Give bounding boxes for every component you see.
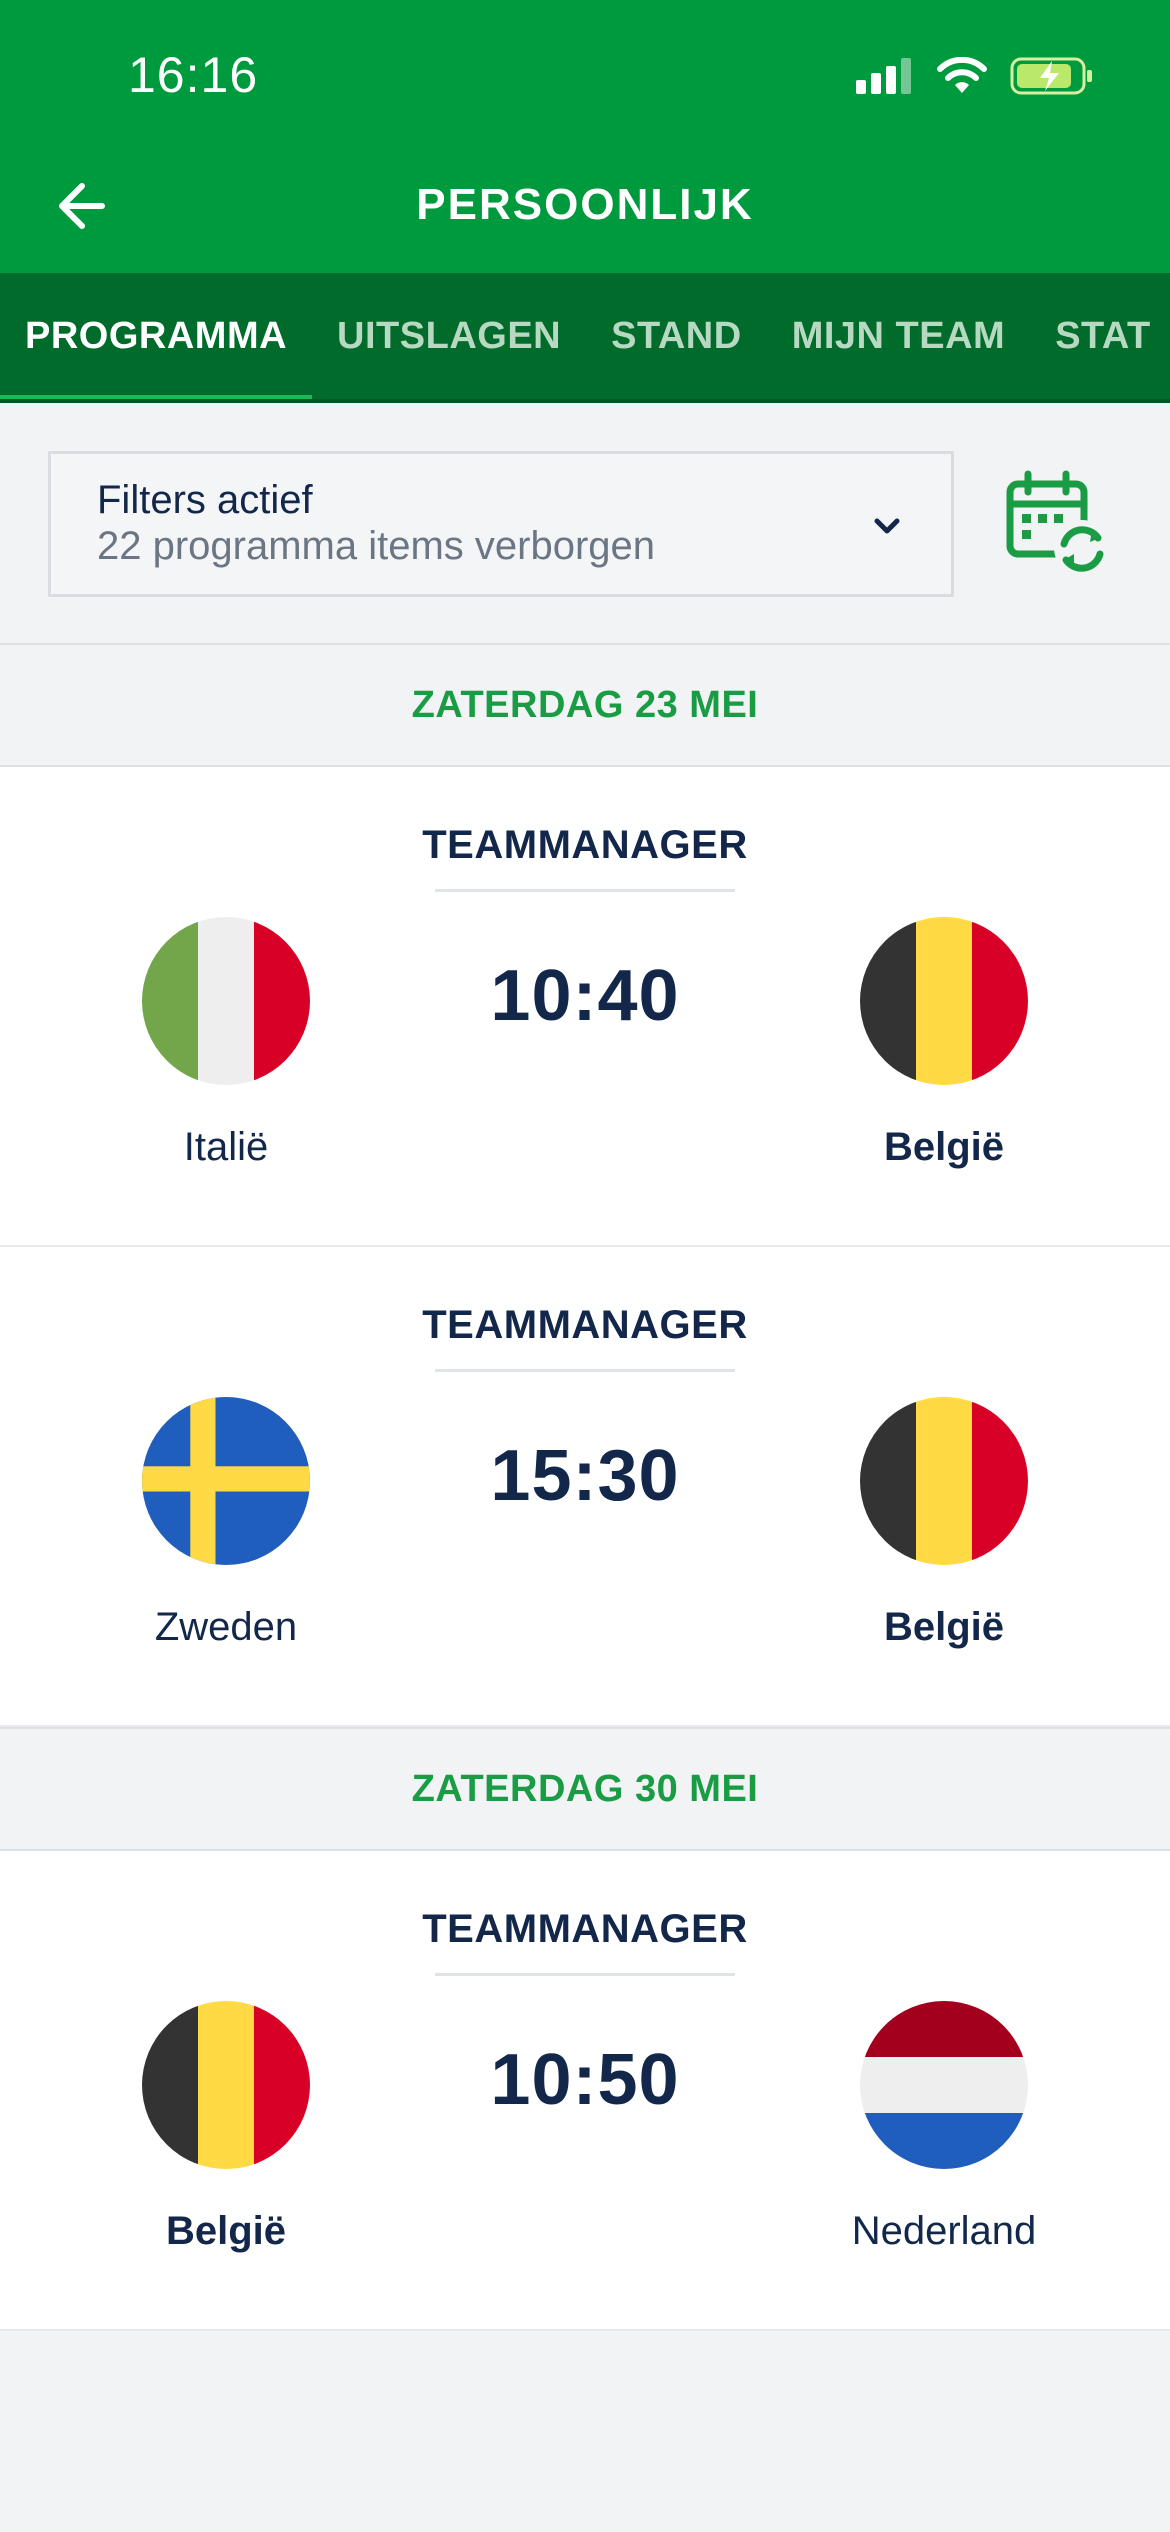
status-time: 16:16 [128,47,259,103]
day-header: ZATERDAG 23 MEI [0,643,1170,767]
divider [435,1369,735,1372]
day-header: ZATERDAG 30 MEI [0,1727,1170,1851]
filter-section: Filters actief 22 programma items verbor… [0,403,1170,643]
tab-mijn-team[interactable]: MIJN TEAM [767,273,1031,399]
calendar-sync-icon[interactable] [1004,470,1114,580]
tab-stat[interactable]: STAT [1030,273,1170,399]
match-label: TEAMMANAGER [422,1907,748,1951]
tab-programma[interactable]: PROGRAMMA [0,273,313,399]
tab-uitslagen[interactable]: UITSLAGEN [312,273,586,399]
flag-belgium-icon [860,917,1028,1085]
divider [435,889,735,892]
filter-subtitle: 22 programma items verborgen [97,524,656,568]
app-screen: 16:16 PERSOONLIJK PROGRAMMA UITSLAGEN ST… [0,0,1170,2532]
wifi-icon [937,57,987,93]
status-icons [856,56,1094,96]
flag-belgium-icon [860,1397,1028,1565]
away-team: België [883,1605,1005,1649]
match-card[interactable]: TEAMMANAGER 15:30 Zweden België [0,1247,1170,1727]
page-title: PERSOONLIJK [416,180,754,229]
filter-dropdown[interactable]: Filters actief 22 programma items verbor… [48,451,954,597]
match-card[interactable]: TEAMMANAGER 10:40 Italië België [0,767,1170,1247]
away-team: België [883,1125,1005,1169]
divider [435,1973,735,1976]
signal-icon [856,58,911,94]
filter-title: Filters actief [97,478,313,522]
app-header: 16:16 PERSOONLIJK [0,0,1170,273]
match-label: TEAMMANAGER [422,823,748,867]
home-team: Italië [183,1125,269,1169]
home-team: Zweden [154,1605,298,1649]
flag-netherlands-icon [860,2001,1028,2169]
chevron-down-icon [874,518,900,534]
match-card[interactable]: TEAMMANAGER 10:50 België Nederland [0,1851,1170,2331]
home-team: België [165,2209,287,2253]
tab-bar: PROGRAMMA UITSLAGEN STAND MIJN TEAM STAT [0,273,1170,403]
battery-charging-icon [1010,57,1092,95]
match-label: TEAMMANAGER [422,1303,748,1347]
tab-stand[interactable]: STAND [586,273,767,399]
away-team: Nederland [851,2209,1037,2253]
